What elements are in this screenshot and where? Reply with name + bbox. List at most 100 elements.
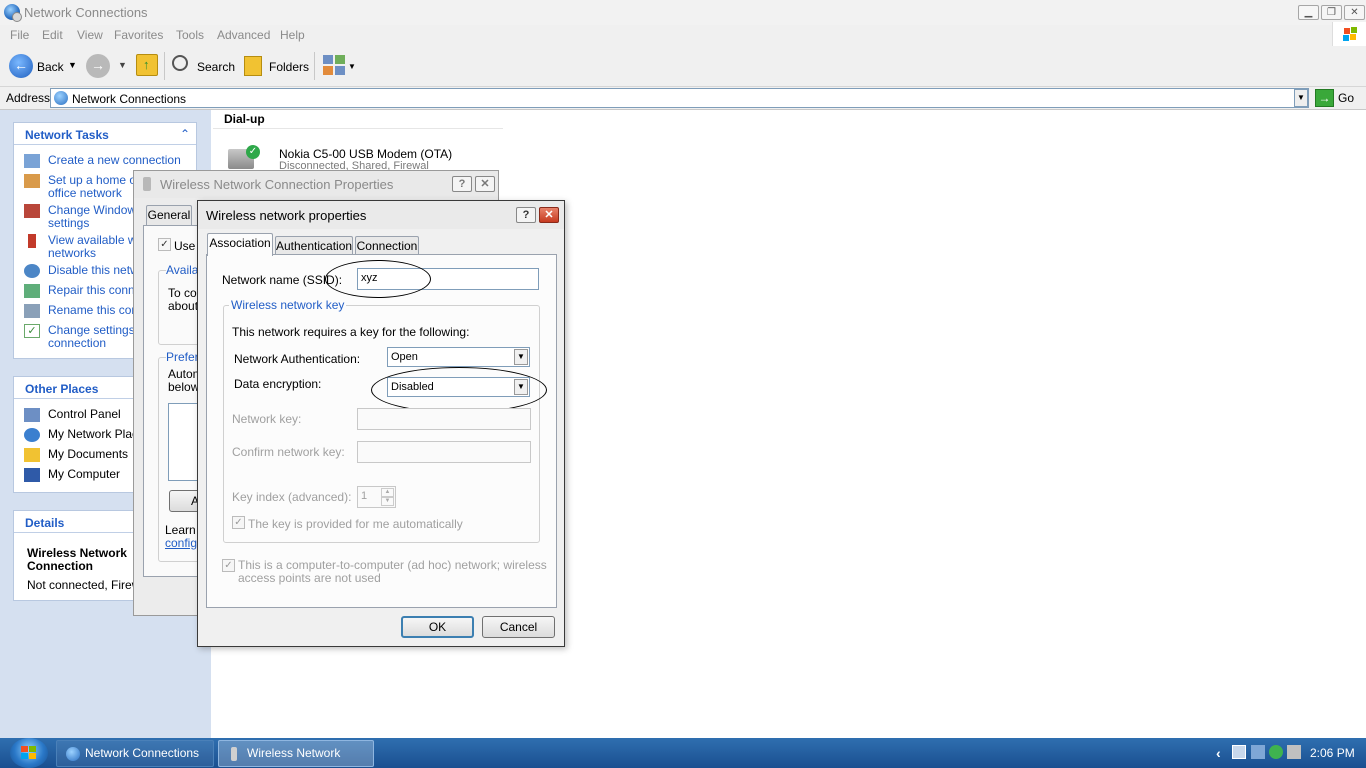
- wireless-icon: [143, 177, 151, 191]
- close-icon[interactable]: ✕: [539, 207, 559, 223]
- new-connection-icon: [24, 154, 40, 168]
- security-icon[interactable]: [1269, 745, 1283, 759]
- clock[interactable]: 2:06 PM: [1310, 746, 1355, 760]
- key-index-label: Key index (advanced):: [232, 490, 352, 504]
- tray-expand-icon[interactable]: ‹: [1216, 745, 1221, 761]
- wireless-properties-titlebar: Wireless network properties ? ✕: [198, 201, 564, 229]
- checkmark-icon: ✓: [24, 324, 40, 338]
- help-button[interactable]: ?: [516, 207, 536, 223]
- device-name[interactable]: Nokia C5-00 USB Modem (OTA): [279, 147, 452, 161]
- folders-icon[interactable]: [244, 56, 262, 76]
- forward-dropdown-icon[interactable]: ▼: [118, 60, 127, 70]
- menu-favorites[interactable]: Favorites: [114, 28, 163, 42]
- views-icon[interactable]: [323, 55, 347, 77]
- start-button[interactable]: [10, 738, 48, 768]
- encryption-label: Data encryption:: [234, 377, 322, 391]
- toolbar-separator: [314, 52, 315, 80]
- wireless-icon: [28, 234, 36, 248]
- cancel-button[interactable]: Cancel: [482, 616, 555, 638]
- chevron-down-icon[interactable]: ▼: [381, 497, 394, 506]
- section-header: Dial-up: [224, 112, 265, 126]
- connection-properties-title: Wireless Network Connection Properties: [160, 177, 394, 192]
- my-documents-icon: [24, 448, 40, 462]
- taskbar-item-wireless-connection[interactable]: Wireless Network Con...: [218, 740, 374, 767]
- auth-select[interactable]: Open ▼: [387, 347, 530, 367]
- control-panel-icon: [24, 408, 40, 422]
- search-button-label[interactable]: Search: [197, 60, 235, 74]
- close-window-button[interactable]: ✕: [1344, 5, 1365, 20]
- key-index-stepper[interactable]: 1 ▲ ▼: [357, 486, 396, 508]
- menu-tools[interactable]: Tools: [176, 28, 204, 42]
- auto-key-checkbox[interactable]: ✓: [232, 516, 245, 529]
- firewall-icon: [24, 204, 40, 218]
- wireless-key-group-label: Wireless network key: [229, 298, 347, 312]
- key-intro-text: This network requires a key for the foll…: [232, 325, 470, 339]
- network-icon: [66, 747, 80, 761]
- auto-key-label: The key is provided for me automatically: [248, 517, 463, 531]
- network-tasks-header[interactable]: Network Tasks: [14, 123, 196, 145]
- back-dropdown-icon[interactable]: ▼: [68, 60, 77, 70]
- up-folder-icon[interactable]: ↑: [136, 54, 158, 76]
- toolbar: ← Back ▼ → ▼ ↑ Search Folders ▼: [0, 46, 1366, 87]
- network-key-input[interactable]: [357, 408, 531, 430]
- details-status: Not connected, Firewa: [27, 578, 148, 592]
- repair-icon: [24, 284, 40, 298]
- views-dropdown-icon[interactable]: ▼: [348, 62, 356, 71]
- key-index-value: 1: [361, 490, 368, 502]
- address-label: Address: [6, 91, 51, 105]
- auth-label: Network Authentication:: [234, 352, 361, 366]
- menu-edit[interactable]: Edit: [42, 28, 63, 42]
- network-icon: [4, 4, 22, 22]
- chevron-up-icon[interactable]: ⌃: [180, 127, 190, 141]
- menu-advanced[interactable]: Advanced: [217, 28, 270, 42]
- tab-general[interactable]: General: [146, 205, 192, 225]
- go-button-label[interactable]: Go: [1338, 91, 1354, 105]
- network-tray-icon[interactable]: [1232, 745, 1246, 759]
- taskbar-item-network-connections[interactable]: Network Connections: [56, 740, 214, 767]
- forward-arrow-icon[interactable]: →: [86, 54, 110, 78]
- my-network-icon: [24, 428, 40, 442]
- minimize-button[interactable]: ▁: [1298, 5, 1319, 20]
- chevron-down-icon: ▼: [514, 349, 528, 365]
- window-title: Network Connections: [24, 5, 148, 20]
- adhoc-checkbox[interactable]: ✓: [222, 559, 235, 572]
- close-icon[interactable]: ✕: [475, 176, 495, 192]
- menu-file[interactable]: File: [10, 28, 29, 42]
- menu-view[interactable]: View: [77, 28, 103, 42]
- association-tab-panel: Network name (SSID): xyz Wireless networ…: [206, 254, 557, 608]
- address-input[interactable]: Network Connections: [50, 88, 1309, 108]
- chevron-up-icon[interactable]: ▲: [381, 488, 394, 497]
- search-icon[interactable]: [172, 55, 188, 71]
- wireless-properties-title: Wireless network properties: [206, 208, 367, 223]
- wireless-icon: [231, 747, 237, 761]
- adhoc-label: This is a computer-to-computer (ad hoc) …: [238, 558, 547, 585]
- window-titlebar: Network Connections ▁ ❐ ✕: [0, 0, 1366, 25]
- confirm-key-input[interactable]: [357, 441, 531, 463]
- network-key-label: Network key:: [232, 412, 302, 426]
- tab-connection[interactable]: Connection: [355, 236, 419, 256]
- folders-button-label[interactable]: Folders: [269, 60, 309, 74]
- details-name: Wireless Network Connection: [27, 546, 127, 573]
- maximize-button[interactable]: ❐: [1321, 5, 1342, 20]
- go-arrow-icon[interactable]: →: [1315, 89, 1334, 107]
- ok-button[interactable]: OK: [401, 616, 474, 638]
- modem-icon[interactable]: ✓: [228, 145, 262, 171]
- ssid-label: Network name (SSID):: [222, 273, 343, 287]
- wireless-properties-dialog: Wireless network properties ? ✕ Associat…: [197, 200, 565, 647]
- windows-flag-icon: [1332, 22, 1366, 48]
- address-dropdown-button[interactable]: ▼: [1294, 89, 1308, 107]
- disable-network-icon: [24, 264, 40, 278]
- home-network-icon: [24, 174, 40, 188]
- network-icon: [54, 91, 68, 105]
- back-button-label[interactable]: Back: [37, 60, 64, 74]
- auth-select-value: Open: [391, 351, 418, 363]
- help-button[interactable]: ?: [452, 176, 472, 192]
- tab-association[interactable]: Association: [207, 233, 273, 256]
- menu-help[interactable]: Help: [280, 28, 305, 42]
- tab-authentication[interactable]: Authentication: [275, 236, 353, 256]
- rename-icon: [24, 304, 40, 318]
- volume-icon[interactable]: [1251, 745, 1265, 759]
- display-icon[interactable]: [1287, 745, 1301, 759]
- use-windows-checkbox[interactable]: ✓: [158, 238, 171, 251]
- back-arrow-icon[interactable]: ←: [9, 54, 33, 78]
